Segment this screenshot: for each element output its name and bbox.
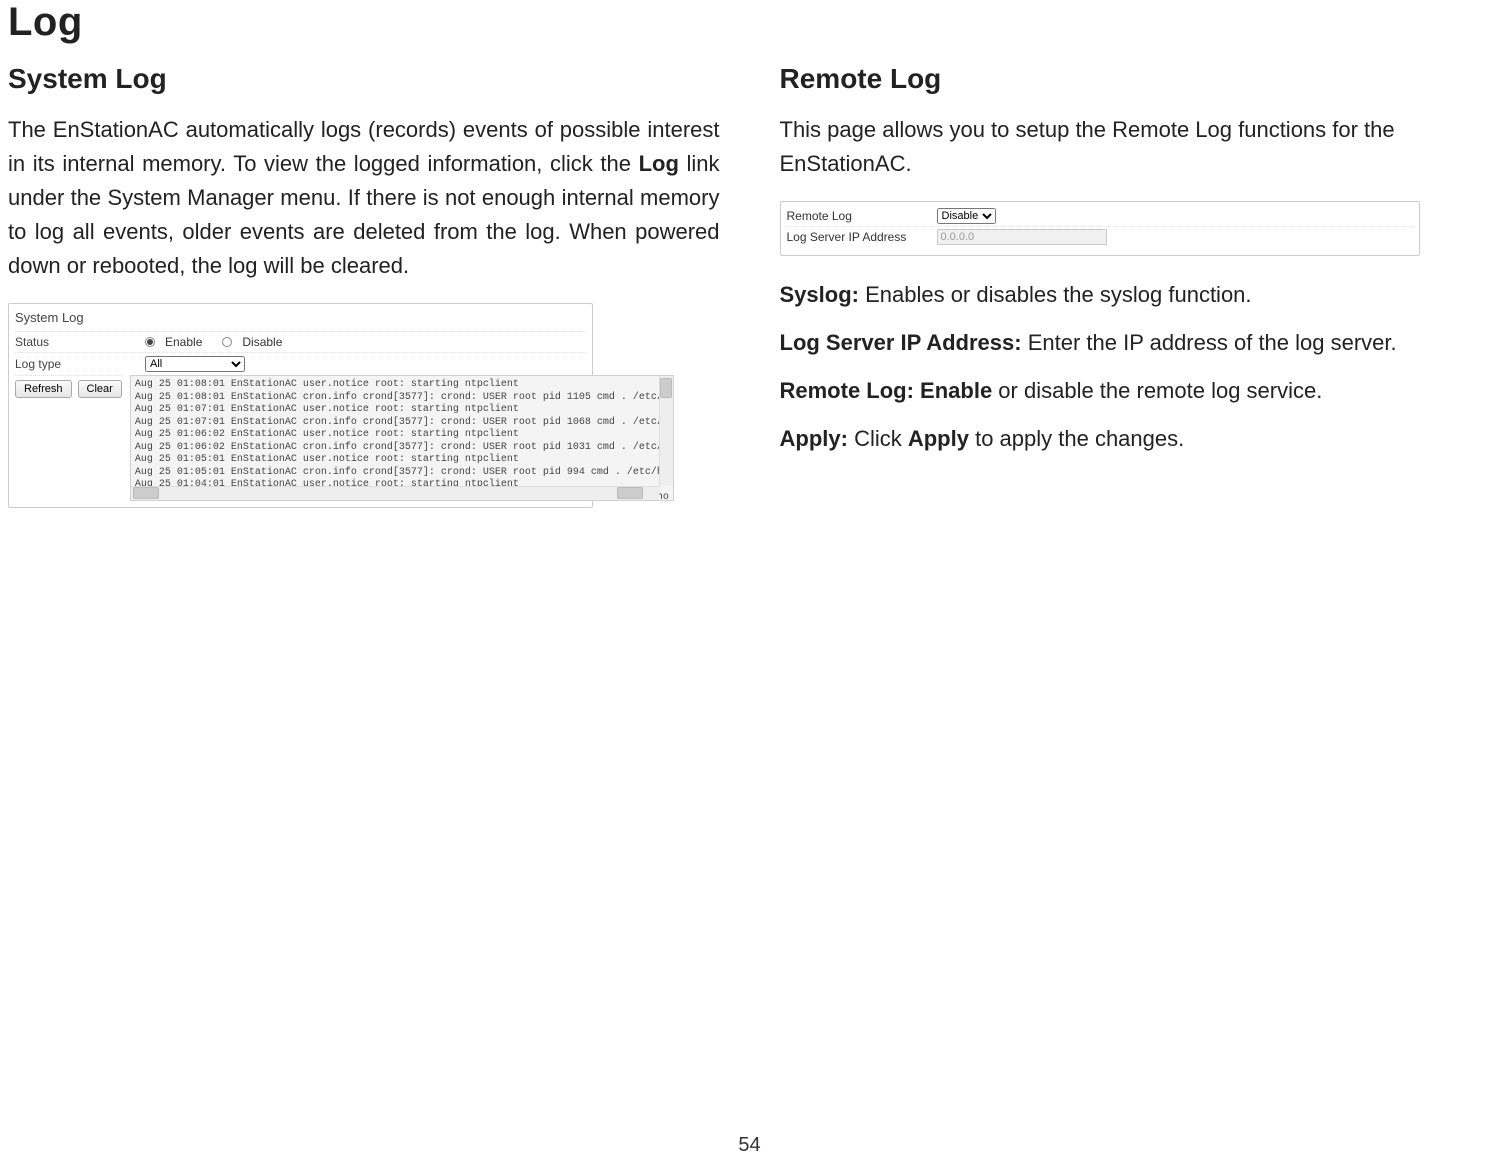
page-number: 54 [0,1134,1499,1157]
status-row: Status Enable Disable [15,331,586,352]
def-text: Enables or disables the syslog function. [859,282,1252,307]
remote-log-select[interactable]: Disable [937,208,996,224]
panel-header: System Log [15,308,586,331]
log-line: Aug 25 01:07:01 EnStationAC cron.info cr… [135,417,669,430]
log-line: Aug 25 01:07:01 EnStationAC user.notice … [135,404,669,417]
log-output: Aug 25 01:08:01 EnStationAC user.notice … [130,375,674,501]
def-term: Apply [908,426,969,451]
log-line: Aug 25 01:08:01 EnStationAC user.notice … [135,379,669,392]
right-column: Remote Log This page allows you to setup… [780,63,1492,508]
def-text: Click [848,426,908,451]
def-text: to apply the changes. [969,426,1184,451]
scroll-thumb[interactable] [660,378,672,398]
def-text: Enter the IP address of the log server. [1022,330,1397,355]
radio-disable[interactable] [222,337,232,347]
def-term: Remote Log: Enable [780,378,993,403]
remote-log-row: Remote Log Disable [787,206,1413,226]
def-term: Log Server IP Address: [780,330,1022,355]
page-title: Log [8,0,1491,45]
radio-disable-label: Disable [242,335,282,349]
ip-row: Log Server IP Address [787,226,1413,247]
text-fragment: The EnStationAC automatically logs (reco… [8,117,720,176]
remote-log-intro: This page allows you to setup the Remote… [780,113,1492,181]
def-lsip: Log Server IP Address: Enter the IP addr… [780,326,1492,360]
log-line: Aug 25 01:06:02 EnStationAC cron.info cr… [135,442,669,455]
definitions: Syslog: Enables or disables the syslog f… [780,278,1492,456]
remote-log-label: Remote Log [787,209,937,223]
remote-log-heading: Remote Log [780,63,1492,95]
system-log-panel: System Log Status Enable Disable Log typ… [8,303,593,508]
logtype-select[interactable]: All [145,356,245,372]
system-log-paragraph: The EnStationAC automatically logs (reco… [8,113,720,283]
ip-input[interactable] [937,229,1107,245]
logtype-row: Log type All [15,352,586,375]
log-line: Aug 25 01:05:01 EnStationAC cron.info cr… [135,467,669,480]
logtype-label: Log type [15,357,145,371]
log-line: Aug 25 01:05:01 EnStationAC user.notice … [135,454,669,467]
scrollbar-horizontal[interactable] [131,486,659,500]
def-text: or disable the remote log service. [992,378,1322,403]
system-log-heading: System Log [8,63,720,95]
log-bold: Log [639,151,679,176]
left-column: System Log The EnStationAC automatically… [8,63,720,508]
def-syslog: Syslog: Enables or disables the syslog f… [780,278,1492,312]
def-remote: Remote Log: Enable or disable the remote… [780,374,1492,408]
radio-enable-label: Enable [165,335,202,349]
ip-label: Log Server IP Address [787,230,937,244]
refresh-button[interactable]: Refresh [15,380,72,398]
radio-enable[interactable] [145,337,155,347]
log-line: Aug 25 01:08:01 EnStationAC cron.info cr… [135,392,669,405]
def-term: Apply: [780,426,848,451]
clear-button[interactable]: Clear [78,380,122,398]
scroll-left-icon[interactable] [133,487,159,499]
log-line: Aug 25 01:06:02 EnStationAC user.notice … [135,429,669,442]
status-label: Status [15,335,145,349]
def-term: Syslog: [780,282,859,307]
remote-log-panel: Remote Log Disable Log Server IP Address [780,201,1420,256]
def-apply: Apply: Click Apply to apply the changes. [780,422,1492,456]
scrollbar-vertical[interactable] [659,376,673,486]
scroll-right-icon[interactable] [617,487,643,499]
